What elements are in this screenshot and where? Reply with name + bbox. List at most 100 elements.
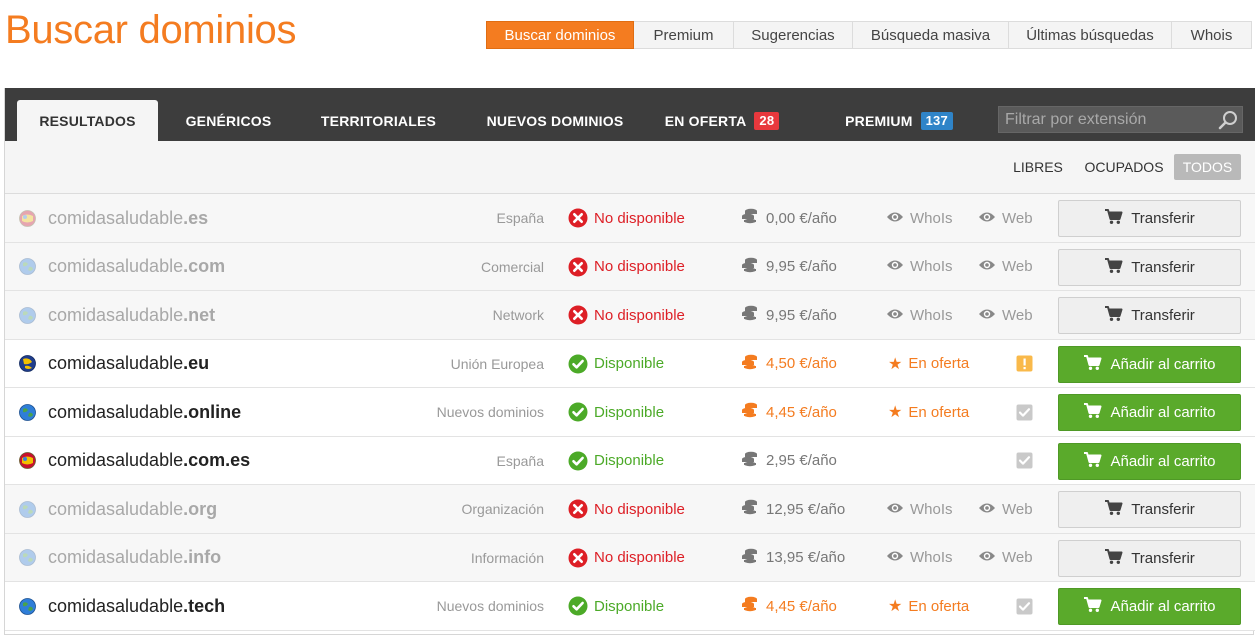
filter-todos[interactable]: TODOS: [1174, 154, 1241, 180]
domain-category: España: [496, 452, 544, 469]
coins-icon: [741, 354, 759, 374]
domain-name[interactable]: comidasaludable .online: [48, 388, 241, 436]
search-icon[interactable]: [1214, 106, 1242, 133]
web-link[interactable]: Web: [978, 243, 1033, 291]
topnav-item-1[interactable]: Premium: [634, 21, 734, 49]
tab-label: NUEVOS DOMINIOS: [486, 112, 624, 129]
availability-filter-bar: LIBRES OCUPADOS TODOS: [5, 141, 1255, 194]
domain-name[interactable]: comidasaludable .org: [48, 485, 217, 533]
price-value: 4,45 €/año: [766, 597, 837, 615]
offer-text: En oferta: [908, 597, 970, 615]
check-circle-icon: [568, 596, 588, 616]
add-to-cart-button[interactable]: Añadir al carrito: [1058, 588, 1241, 625]
tab-label: EN OFERTA: [664, 112, 747, 129]
tab-0[interactable]: RESULTADOS: [17, 100, 158, 141]
select-checkbox[interactable]: [1015, 582, 1033, 630]
eye-icon: [978, 501, 996, 518]
status-label: Disponible: [594, 403, 665, 421]
add-to-cart-button[interactable]: Añadir al carrito: [1058, 394, 1241, 431]
cart-icon: [1104, 305, 1123, 326]
cross-circle-icon: [568, 305, 588, 325]
status-label: Disponible: [594, 452, 665, 469]
whois-link[interactable]: WhoIs: [886, 243, 953, 291]
whois-link[interactable]: WhoIs: [886, 534, 953, 582]
domain-price: 9,95 €/año: [741, 243, 837, 291]
add-to-cart-button[interactable]: Añadir al carrito: [1058, 442, 1241, 480]
filter-ocupados[interactable]: OCUPADOS: [1079, 154, 1169, 180]
cart-icon: [1083, 596, 1102, 617]
domain-extension: .com.es: [183, 450, 251, 470]
eye-icon: [978, 549, 996, 566]
web-label: Web: [1002, 500, 1033, 518]
topnav-item-4[interactable]: Últimas búsquedas: [1009, 21, 1172, 49]
domain-row: comidasaludable .online Nuevos dominios Dis…: [5, 388, 1255, 437]
domain-row: comidasaludable .info Información No dispon…: [5, 533, 1255, 582]
extension-filter-input[interactable]: [999, 107, 1214, 132]
domain-category: Organización: [461, 501, 545, 517]
whois-link[interactable]: WhoIs: [886, 485, 953, 533]
globe-icon: [18, 582, 36, 630]
offer-label: ★ En oferta: [888, 340, 969, 388]
domain-base: comidasaludable: [48, 353, 184, 373]
availability-status: No disponible: [568, 534, 685, 582]
web-link[interactable]: Web: [978, 194, 1033, 242]
domain-name[interactable]: comidasaludable .com.es: [48, 437, 250, 485]
web-link[interactable]: Web: [978, 534, 1033, 582]
select-checkbox[interactable]: [1015, 437, 1033, 485]
add-to-cart-button[interactable]: Añadir al carrito: [1058, 345, 1241, 383]
topnav-item-5[interactable]: Whois: [1172, 21, 1252, 49]
star-icon: ★: [888, 598, 903, 615]
select-checkbox[interactable]: [1015, 388, 1033, 436]
domain-price: 4,45 €/año: [741, 582, 837, 630]
web-label: Web: [1002, 258, 1033, 275]
tab-3[interactable]: NUEVOS DOMINIOS: [460, 100, 650, 141]
domain-price: 0,00 €/año: [741, 194, 837, 242]
check-circle-icon: [568, 451, 588, 471]
transfer-button[interactable]: Transferir: [1058, 200, 1241, 237]
domain-base: comidasaludable: [48, 595, 184, 616]
transfer-label: Transferir: [1131, 501, 1195, 518]
domain-name[interactable]: comidasaludable .net: [48, 291, 215, 339]
tab-label: TERRITORIALES: [320, 112, 437, 129]
whois-label: WhoIs: [910, 306, 953, 324]
domain-row: comidasaludable .com.es España Disponible 2,…: [5, 436, 1255, 485]
domain-name[interactable]: comidasaludable .es: [48, 194, 208, 242]
domain-name[interactable]: comidasaludable .info: [48, 534, 221, 582]
add-cart-label: Añadir al carrito: [1110, 598, 1216, 615]
transfer-label: Transferir: [1131, 549, 1195, 567]
check-circle-icon: [568, 402, 588, 422]
domain-base: comidasaludable: [48, 304, 184, 325]
topnav-item-3[interactable]: Búsqueda masiva: [853, 21, 1009, 49]
coins-icon: [741, 499, 759, 519]
globe-icon: [18, 388, 36, 436]
cart-icon: [1104, 499, 1123, 520]
price-value: 9,95 €/año: [766, 306, 837, 324]
globe-eu-icon: [18, 340, 36, 388]
tab-5[interactable]: PREMIUM 137: [815, 100, 983, 141]
topnav-item-0[interactable]: Buscar dominios: [486, 21, 634, 49]
domain-name[interactable]: comidasaludable .tech: [48, 582, 225, 630]
tab-2[interactable]: TERRITORIALES: [297, 100, 460, 141]
whois-link[interactable]: WhoIs: [886, 291, 953, 339]
transfer-button[interactable]: Transferir: [1058, 491, 1241, 528]
tab-4[interactable]: EN OFERTA 28: [650, 100, 794, 141]
globe-icon: [18, 243, 36, 291]
tab-1[interactable]: GENÉRICOS: [160, 100, 297, 141]
whois-link[interactable]: WhoIs: [886, 194, 953, 242]
warning-icon[interactable]: [1015, 340, 1033, 388]
topnav-item-2[interactable]: Sugerencias: [734, 21, 853, 49]
offer-label: ★ En oferta: [888, 388, 969, 436]
web-link[interactable]: Web: [978, 485, 1033, 533]
coins-icon: [741, 208, 759, 228]
domain-name[interactable]: comidasaludable .com: [48, 243, 225, 291]
transfer-button[interactable]: Transferir: [1058, 248, 1241, 286]
transfer-button[interactable]: Transferir: [1058, 297, 1241, 334]
domain-category: Nuevos dominios: [436, 598, 544, 614]
status-label: Disponible: [594, 355, 665, 372]
domain-name[interactable]: comidasaludable .eu: [48, 340, 209, 388]
domain-row: comidasaludable .net Network No disponible 9…: [5, 291, 1255, 340]
transfer-button[interactable]: Transferir: [1058, 539, 1241, 577]
transfer-label: Transferir: [1131, 258, 1195, 276]
filter-libres[interactable]: LIBRES: [1005, 154, 1071, 180]
web-link[interactable]: Web: [978, 291, 1033, 339]
